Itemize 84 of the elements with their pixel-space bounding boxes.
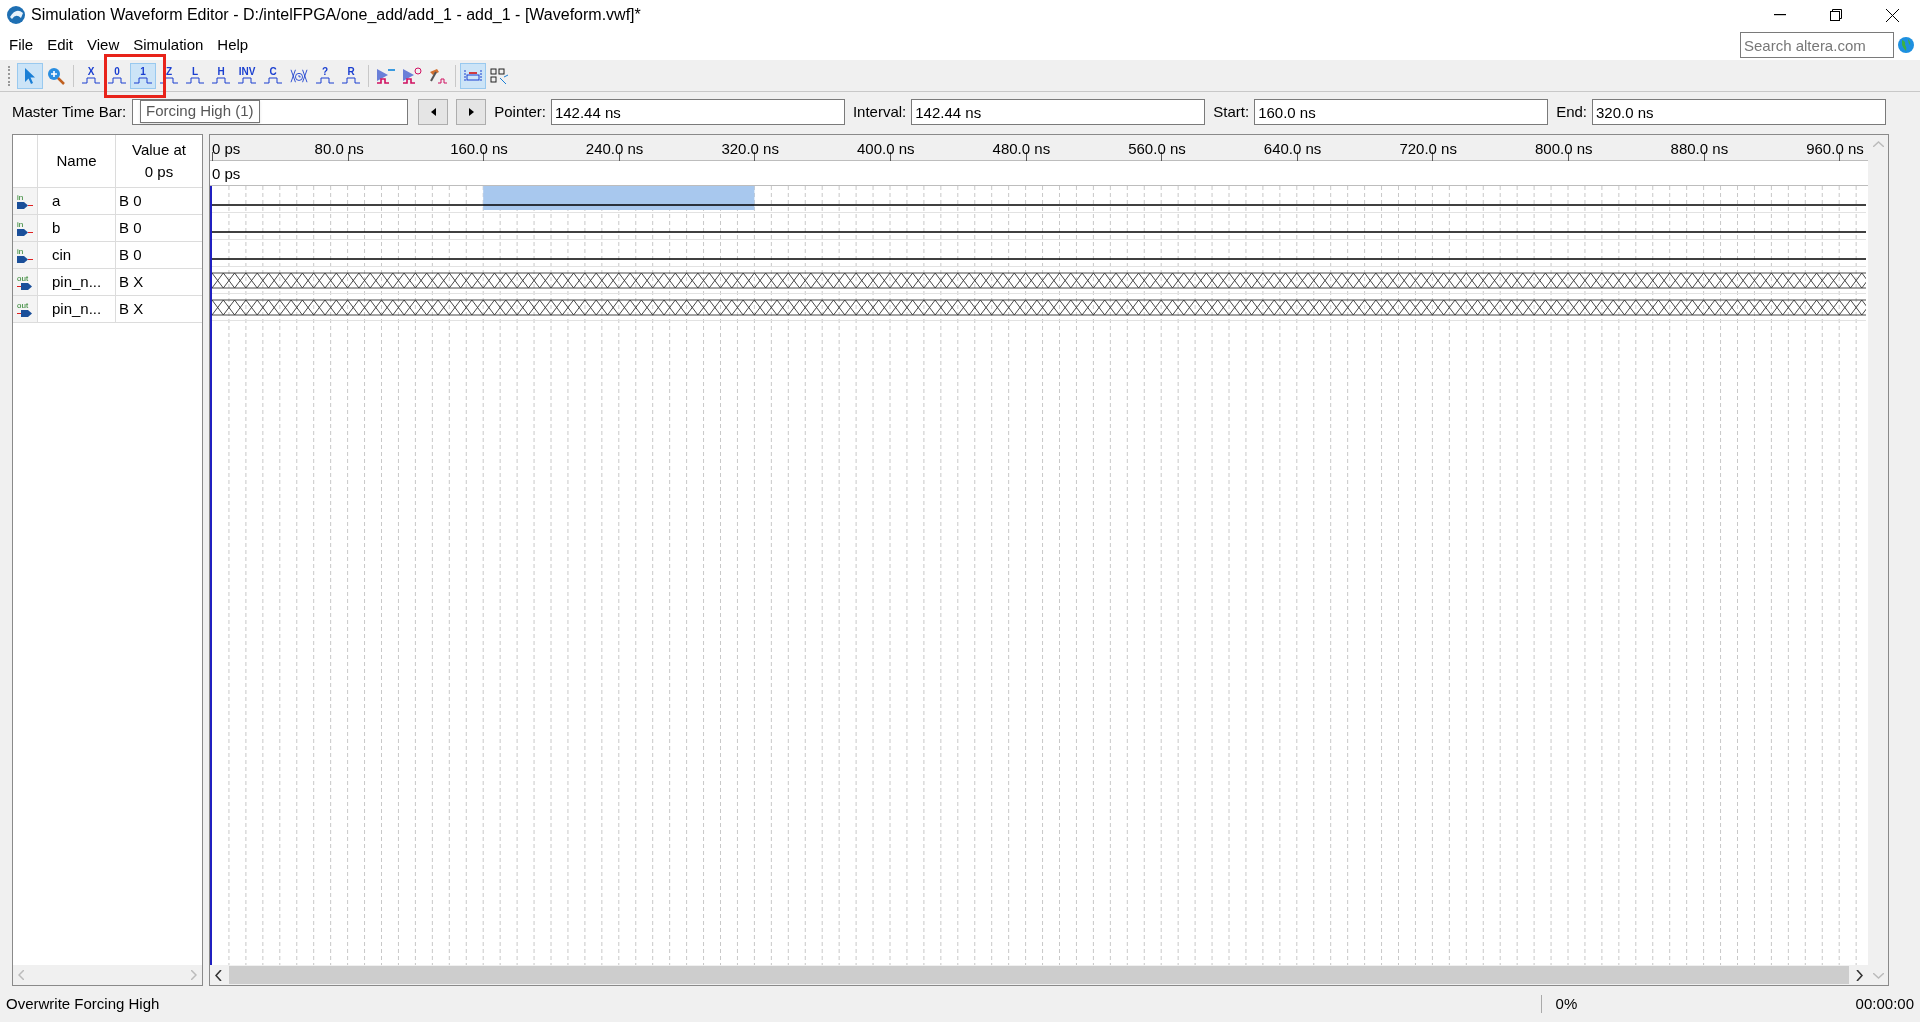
time-label: 160.0 ns: [450, 139, 508, 159]
toolbar-button[interactable]: H: [208, 62, 234, 89]
toolbar-button[interactable]: [460, 62, 486, 89]
simulate-icon: [402, 66, 422, 85]
time-label: 560.0 ns: [1128, 139, 1186, 159]
tooltip: Forcing High (1): [140, 100, 260, 123]
menu-item[interactable]: File: [2, 33, 41, 57]
master-time-bar-label: Master Time Bar:: [12, 101, 127, 122]
signal-name[interactable]: pin_n...: [52, 270, 102, 294]
time-label: 800.0 ns: [1535, 139, 1593, 159]
vertical-scrollbar[interactable]: [1868, 135, 1888, 985]
signal-value: B 0: [119, 244, 142, 265]
scroll-left-icon[interactable]: [215, 969, 222, 981]
simulate-icon: [376, 66, 396, 85]
progress-percent: 0%: [1555, 993, 1579, 1014]
column-header[interactable]: Value at 0 ps: [132, 139, 186, 183]
toolbar-button[interactable]: [17, 62, 43, 89]
minimize-icon: [1774, 14, 1786, 16]
time-label: 720.0 ns: [1399, 139, 1457, 159]
menu-item[interactable]: Edit: [40, 33, 81, 57]
time-label: 480.0 ns: [992, 139, 1051, 159]
menu-item[interactable]: Simulation: [126, 33, 211, 57]
horizontal-scrollbar[interactable]: [13, 965, 202, 985]
menu-item[interactable]: Help: [210, 33, 256, 57]
scroll-right-icon[interactable]: [1856, 969, 1863, 981]
highlight-frame: [104, 54, 166, 98]
scroll-right-icon: [191, 970, 197, 980]
interval-label: Interval:: [852, 101, 907, 122]
signal-value: B 0: [119, 190, 142, 211]
scroll-up-icon: [1872, 141, 1884, 147]
app-logo-icon: [6, 5, 26, 25]
signal-name[interactable]: cin: [52, 243, 72, 267]
time-label: 320.0 ns: [721, 139, 779, 159]
toolbar-button[interactable]: INV: [234, 62, 260, 89]
signal-name[interactable]: b: [52, 216, 61, 240]
toolbar-button[interactable]: R: [338, 62, 364, 89]
previous-transition-button[interactable]: [418, 99, 449, 125]
search-field[interactable]: Search altera.com: [1740, 32, 1894, 58]
scrollbar-thumb[interactable]: [229, 966, 1849, 984]
signal-name[interactable]: a: [52, 189, 61, 213]
cursor-time-label: 0 ps: [212, 164, 241, 184]
toolbar-button[interactable]: X: [78, 62, 104, 89]
window-title: Simulation Waveform Editor - D:/intelFPGA/one_add/add_1 - add_1 - [Waveform.vwf]*: [31, 5, 641, 25]
left-arrow-icon: [430, 108, 436, 116]
toolbar-button[interactable]: Z: [156, 62, 182, 89]
time-label: 0 ps: [212, 139, 241, 159]
toolbar-button[interactable]: C: [260, 62, 286, 89]
toolbar-button[interactable]: 1: [130, 62, 156, 89]
column-header[interactable]: Name: [56, 149, 97, 173]
scroll-left-icon: [18, 970, 24, 980]
close-icon: [1885, 8, 1899, 22]
elapsed-time: 00:00:00: [1855, 993, 1914, 1014]
time-label: 880.0 ns: [1670, 139, 1729, 159]
time-label: 80.0 ns: [314, 139, 364, 159]
pointer-label: Pointer:: [494, 101, 546, 122]
toolbar-button[interactable]: L: [182, 62, 208, 89]
globe-icon: [1898, 37, 1914, 53]
start-label: Start:: [1213, 101, 1250, 122]
right-arrow-icon: [468, 108, 474, 116]
toolbar-button[interactable]: ?: [312, 62, 338, 89]
signal-value: B X: [119, 298, 144, 319]
status-message: Overwrite Forcing High: [6, 993, 160, 1014]
signal-value: B X: [119, 271, 144, 292]
restore-icon: [1830, 9, 1842, 21]
time-label: 960.0 ns: [1806, 139, 1864, 159]
menu-item[interactable]: View: [80, 33, 127, 57]
signal-name[interactable]: pin_n...: [52, 297, 102, 321]
time-label: 640.0 ns: [1263, 139, 1322, 159]
next-transition-button[interactable]: [456, 99, 487, 125]
end-field[interactable]: 320.0 ns: [1592, 99, 1886, 125]
time-label: 240.0 ns: [585, 139, 644, 159]
pointer-field[interactable]: 142.44 ns: [550, 99, 845, 125]
start-field[interactable]: 160.0 ns: [1254, 99, 1549, 125]
hammer-icon: [428, 66, 448, 85]
pointer-icon: [24, 66, 36, 85]
zoom-icon: [47, 66, 65, 85]
interval-field[interactable]: 142.44 ns: [911, 99, 1206, 125]
scroll-down-icon: [1872, 973, 1884, 979]
end-label: End:: [1556, 101, 1587, 122]
toolbar-button[interactable]: 0: [104, 62, 130, 89]
clock-wave-icon: [290, 68, 308, 83]
time-label: 400.0 ns: [857, 139, 915, 159]
grid-icon: [489, 66, 509, 85]
signal-value: B 0: [119, 217, 142, 238]
